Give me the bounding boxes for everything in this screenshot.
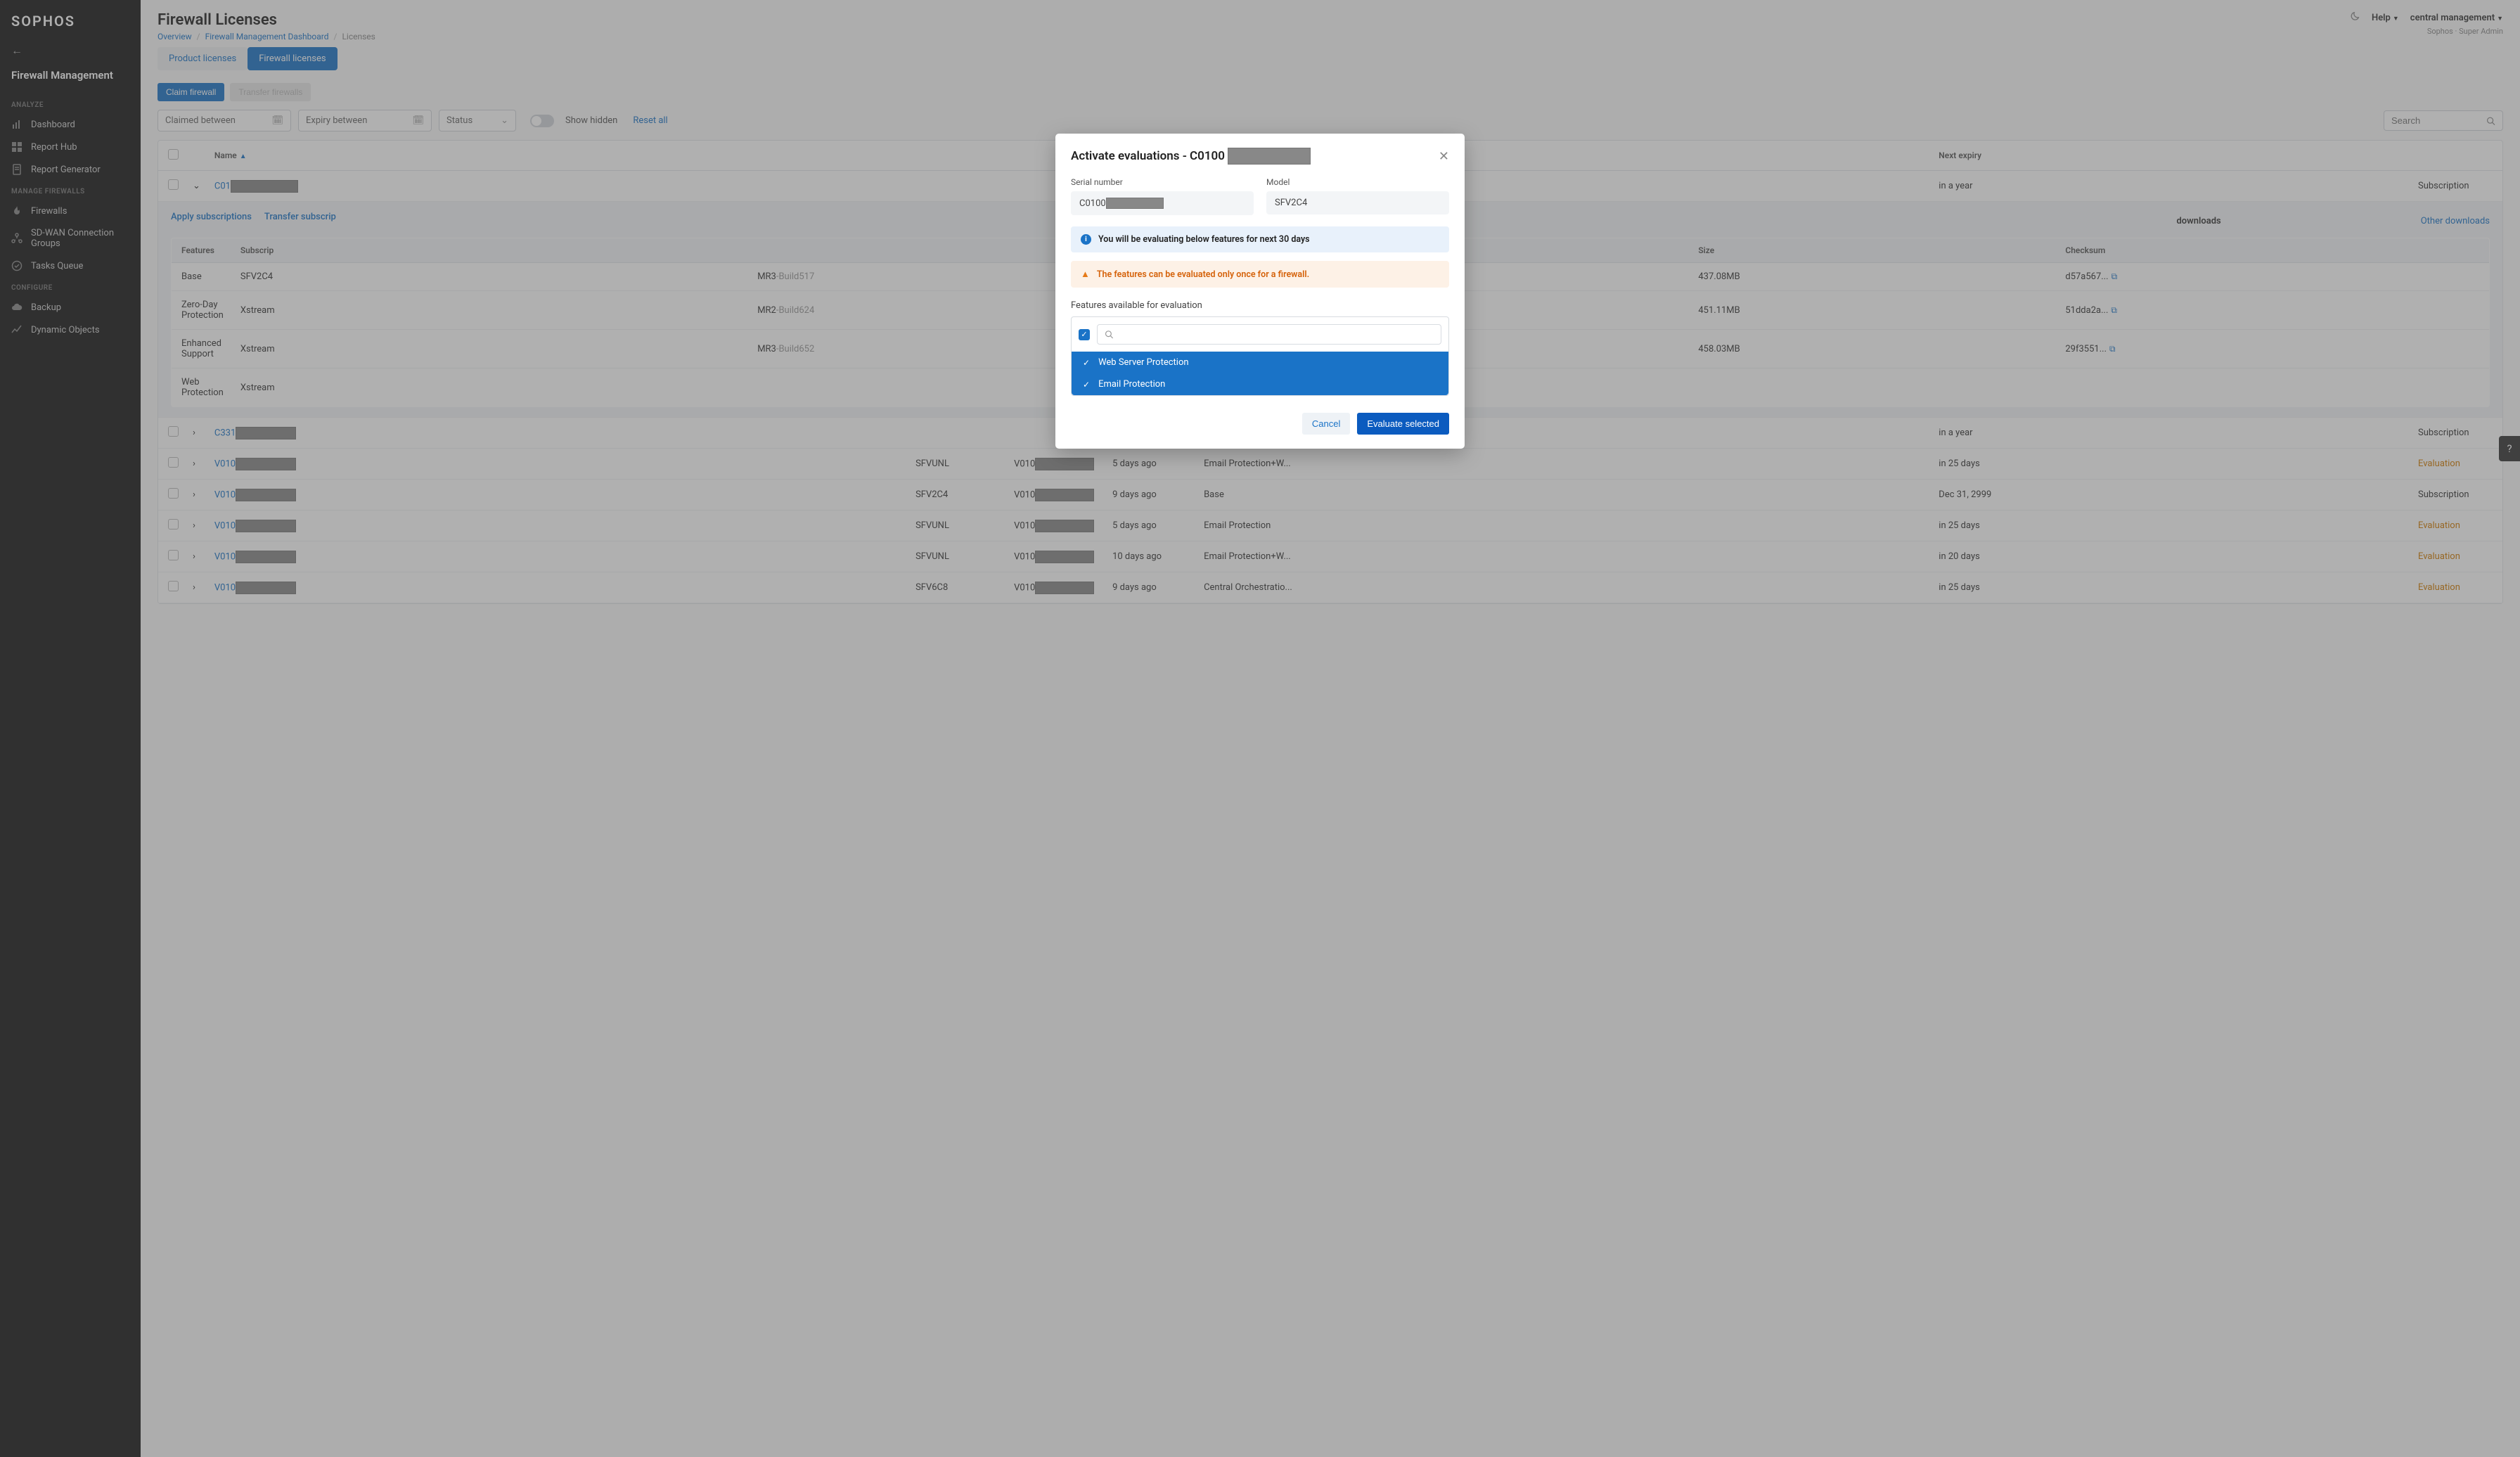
search-icon xyxy=(1105,330,1113,339)
check-icon: ✓ xyxy=(1083,358,1090,368)
activate-evaluations-modal: Activate evaluations - C0100 ✕ Serial nu… xyxy=(1055,134,1465,449)
evaluate-selected-button[interactable]: Evaluate selected xyxy=(1357,413,1449,435)
modal-overlay: Activate evaluations - C0100 ✕ Serial nu… xyxy=(0,0,2520,1457)
features-search-input[interactable] xyxy=(1119,329,1434,340)
select-all-features-checkbox[interactable]: ✓ xyxy=(1079,329,1090,340)
feature-option[interactable]: ✓ Web Server Protection xyxy=(1072,352,1448,373)
close-button[interactable]: ✕ xyxy=(1439,149,1449,164)
feature-option-label: Web Server Protection xyxy=(1098,357,1188,368)
info-banner: i You will be evaluating below features … xyxy=(1071,226,1449,252)
feature-option-label: Email Protection xyxy=(1098,379,1165,390)
info-icon: i xyxy=(1081,234,1091,245)
features-selector: ✓ ✓ Web Server Protection ✓ Email Protec… xyxy=(1071,316,1449,396)
model-label: Model xyxy=(1266,177,1449,187)
redacted xyxy=(1228,148,1311,165)
warning-icon: ▲ xyxy=(1081,269,1090,280)
feature-option[interactable]: ✓ Email Protection xyxy=(1072,373,1448,395)
serial-value: C0100 xyxy=(1071,191,1254,215)
modal-title: Activate evaluations - C0100 xyxy=(1071,148,1311,165)
check-icon: ✓ xyxy=(1083,380,1090,390)
cancel-button[interactable]: Cancel xyxy=(1302,413,1350,435)
features-label: Features available for evaluation xyxy=(1071,300,1449,311)
warning-banner: ▲ The features can be evaluated only onc… xyxy=(1071,261,1449,288)
features-search-wrap[interactable] xyxy=(1097,324,1441,345)
model-value: SFV2C4 xyxy=(1266,191,1449,214)
redacted xyxy=(1106,198,1164,209)
serial-label: Serial number xyxy=(1071,177,1254,187)
